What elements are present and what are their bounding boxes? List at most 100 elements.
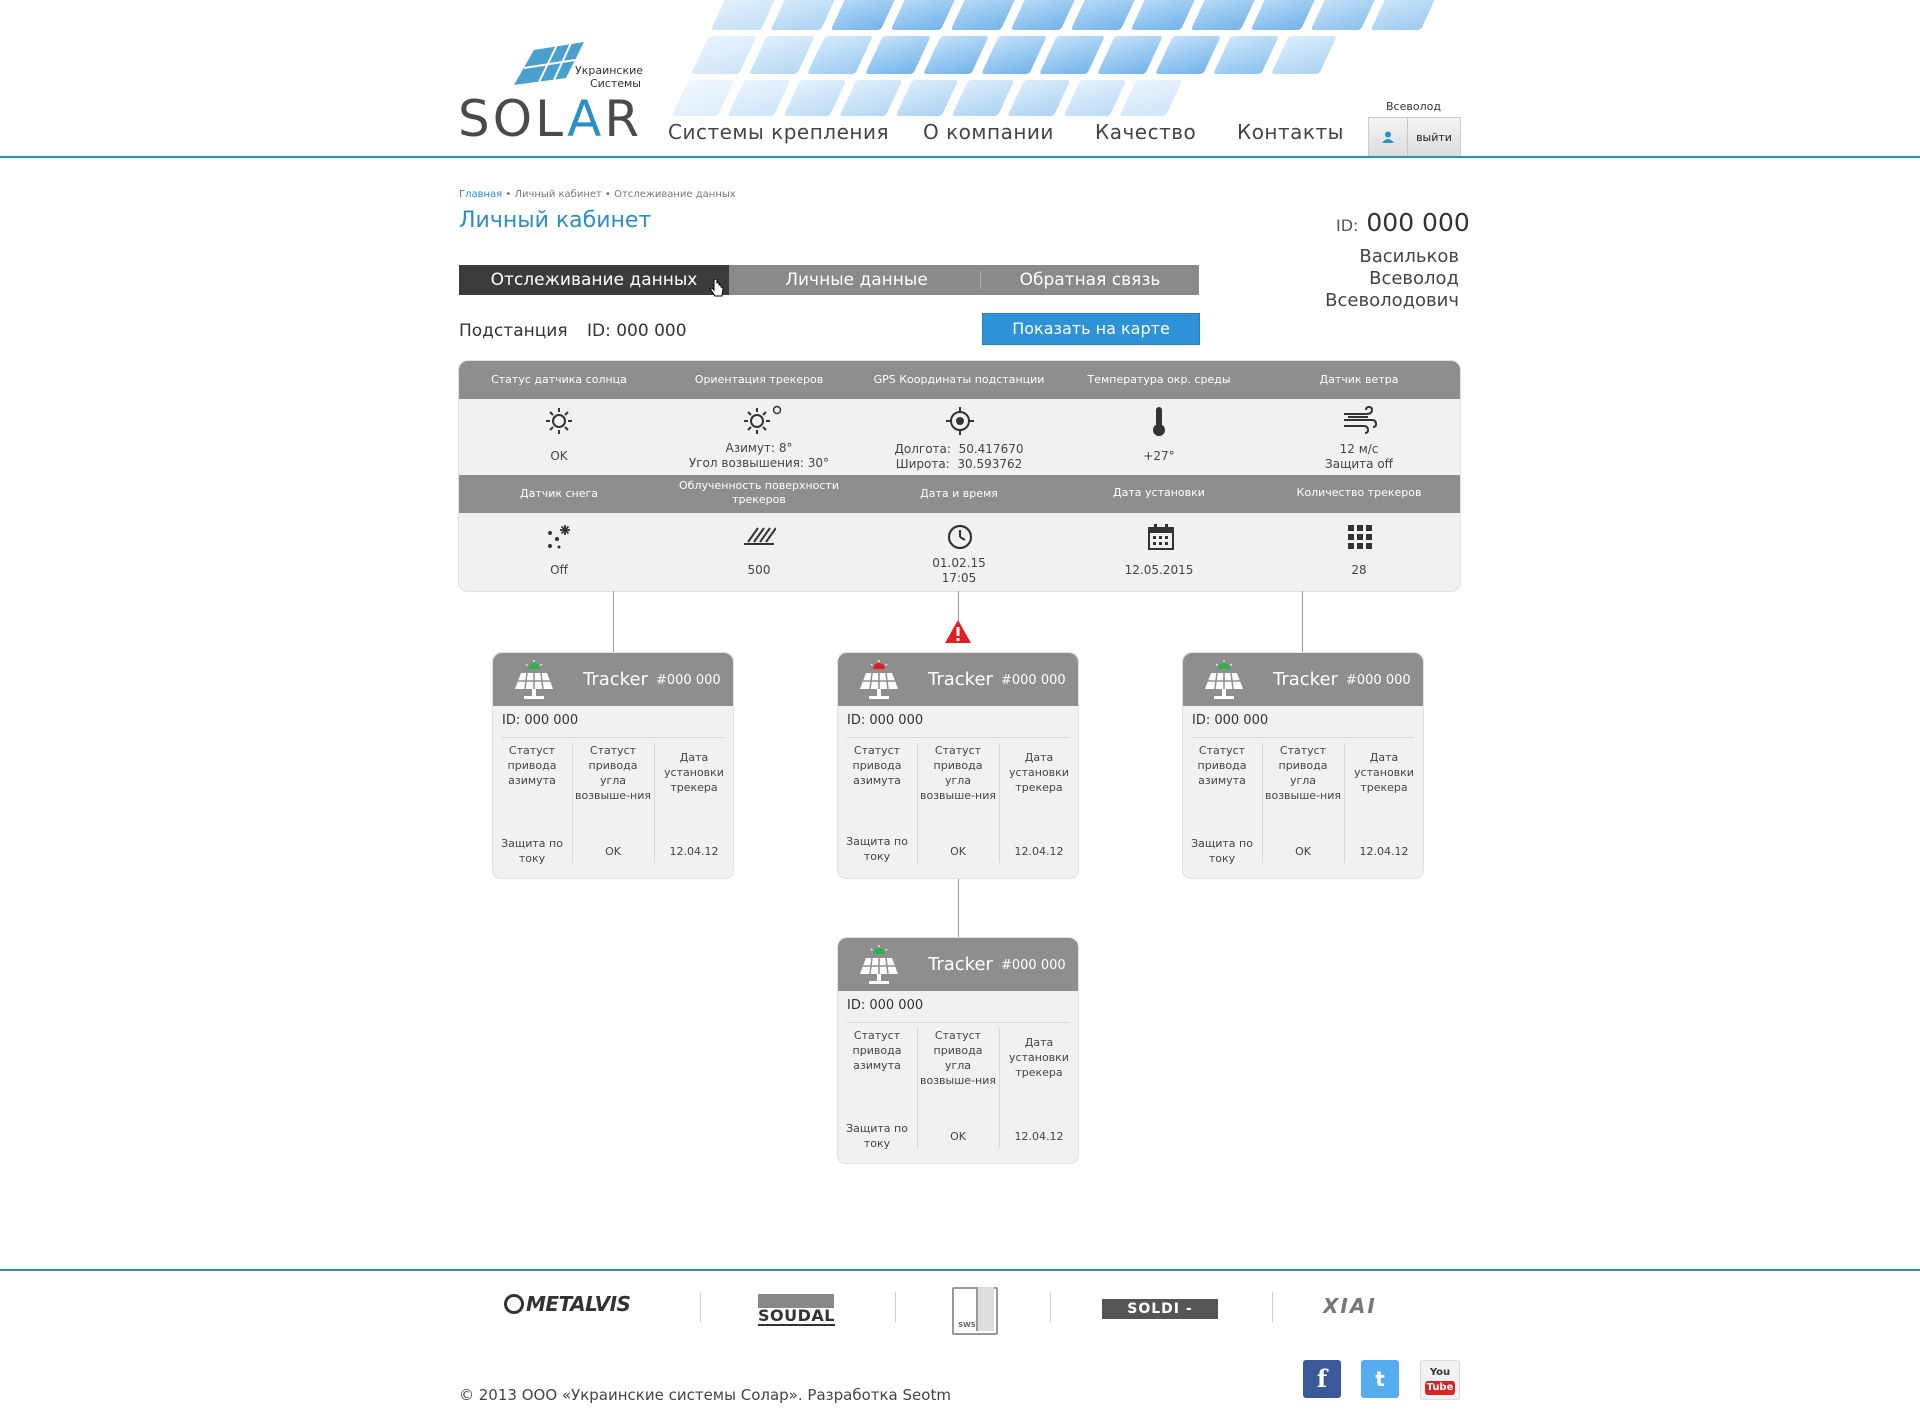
tracker-count-value: 28 bbox=[1351, 563, 1367, 577]
substation-label: Подстанция bbox=[459, 321, 568, 341]
solar-tracker-icon bbox=[860, 660, 898, 699]
tracker-val-elevation: OK bbox=[1295, 845, 1311, 858]
tracker-val-azimuth: Защита по току bbox=[846, 835, 908, 863]
logout-button[interactable]: выйти bbox=[1409, 118, 1459, 157]
tracker-header: Tracker #000 000 bbox=[1183, 653, 1423, 706]
tracker-col-divider bbox=[654, 743, 655, 863]
tab-data-tracking[interactable]: Отслеживание данных bbox=[459, 265, 729, 295]
tracker-val-elevation: OK bbox=[950, 1130, 966, 1143]
tracker-col-install-date: Дата установки трекера bbox=[1009, 751, 1069, 794]
tracker-title: Tracker bbox=[1273, 669, 1338, 690]
connector-line bbox=[613, 591, 614, 653]
tracker-id: ID: 000 000 bbox=[502, 713, 579, 728]
tracker-id: ID: 000 000 bbox=[847, 998, 924, 1013]
tracker-col-elevation: Статуст привода угла возвыше-ния bbox=[920, 744, 996, 802]
tracker-val-azimuth: Защита по току bbox=[501, 837, 563, 865]
tracker-val-install-date: 12.04.12 bbox=[1359, 845, 1409, 858]
tracker-val-install-date: 12.04.12 bbox=[1014, 1130, 1064, 1143]
elevation-value: Угол возвышения: 30° bbox=[688, 456, 830, 470]
tracker-divider bbox=[502, 737, 724, 738]
snow-value: Off bbox=[550, 563, 568, 577]
wind-values: 12 м/с Защита off bbox=[1259, 442, 1459, 472]
grid-icon bbox=[1348, 525, 1372, 549]
solar-tracker-icon bbox=[515, 660, 553, 699]
copyright-text: © 2013 ООО «Украинские системы Солар». Р… bbox=[459, 1386, 951, 1404]
warning-icon[interactable] bbox=[944, 619, 972, 644]
header-wind: Датчик ветра bbox=[1319, 373, 1399, 386]
header-temperature: Температура окр. среды bbox=[1087, 373, 1231, 386]
facebook-icon[interactable]: f bbox=[1303, 1360, 1341, 1398]
brand-soudal-logo[interactable]: SOUDAL bbox=[758, 1294, 835, 1326]
tracker-col-install-date: Дата установки трекера bbox=[1354, 751, 1414, 794]
header-install-date: Дата установки bbox=[1113, 486, 1205, 499]
nav-quality[interactable]: Качество bbox=[1095, 120, 1196, 144]
logo-subtitle: Украинские Системы bbox=[575, 64, 644, 90]
solar-tracker-icon bbox=[860, 945, 898, 984]
wind-icon bbox=[1344, 406, 1378, 434]
tracker-number: #000 000 bbox=[1346, 673, 1411, 688]
account-id: ID: 000 000 bbox=[1336, 208, 1470, 237]
tracker-col-elevation: Статуст привода угла возвыше-ния bbox=[575, 744, 651, 802]
user-box: выйти bbox=[1368, 117, 1461, 157]
tab-personal-data[interactable]: Личные данные bbox=[729, 265, 984, 295]
tracker-col-divider bbox=[999, 743, 1000, 863]
tracker-col-divider bbox=[572, 743, 573, 863]
twitter-icon[interactable]: t bbox=[1361, 1360, 1399, 1398]
metalvis-mark-icon bbox=[504, 1294, 524, 1314]
breadcrumb-home-link[interactable]: Главная bbox=[459, 189, 502, 200]
tracker-card-3[interactable]: Tracker #000 000 ID: 000 000 Статуст при… bbox=[1182, 652, 1424, 879]
breadcrumb: Главная • Личный кабинет • Отслеживание … bbox=[459, 189, 736, 200]
tracker-card-4[interactable]: Tracker #000 000 ID: 000 000 Статуст при… bbox=[837, 937, 1079, 1164]
tracker-val-elevation: OK bbox=[950, 845, 966, 858]
header-gps: GPS Координаты подстанции bbox=[873, 373, 1045, 386]
tracker-col-azimuth: Статуст привода азимута bbox=[507, 744, 557, 787]
header-datetime: Дата и время bbox=[920, 487, 998, 500]
header-tracker-orientation: Ориентация трекеров bbox=[694, 373, 824, 386]
brand-xiai-logo[interactable]: XIAI bbox=[1323, 1294, 1377, 1318]
datetime-values: 01.02.15 17:05 bbox=[859, 556, 1059, 586]
calendar-icon bbox=[1148, 524, 1174, 550]
install-date-value: 12.05.2015 bbox=[1124, 563, 1194, 577]
tab-feedback[interactable]: Обратная связь bbox=[981, 265, 1199, 295]
connector-line bbox=[1302, 591, 1303, 653]
breadcrumb-trail: • Личный кабинет • Отслеживание данных bbox=[502, 189, 736, 200]
tracker-col-divider bbox=[917, 1028, 918, 1148]
brand-sws-logo[interactable]: SWS bbox=[952, 1287, 998, 1335]
tracker-card-1[interactable]: Tracker #000 000 ID: 000 000 Статуст при… bbox=[492, 652, 734, 879]
tracker-divider bbox=[1192, 737, 1414, 738]
header-divider bbox=[0, 156, 1920, 158]
tab-bar: Отслеживание данных Личные данные Обратн… bbox=[459, 265, 1199, 297]
tracker-col-divider bbox=[999, 1028, 1000, 1148]
site-header: Украинские Системы SOLAR Системы креплен… bbox=[0, 0, 1920, 158]
header-tracker-count: Количество трекеров bbox=[1296, 486, 1422, 499]
temperature-value: +27° bbox=[1143, 449, 1175, 463]
brand-separator bbox=[700, 1292, 701, 1322]
tracker-title: Tracker bbox=[583, 669, 648, 690]
header-sun-sensor: Статус датчика солнца bbox=[491, 373, 627, 386]
brand-metalvis-logo[interactable]: METALVIS bbox=[504, 1292, 631, 1316]
page-title: Личный кабинет bbox=[459, 208, 652, 233]
logo-wordmark: SOLAR bbox=[458, 90, 643, 148]
tracker-title: Tracker bbox=[928, 954, 993, 975]
youtube-icon[interactable]: You Tube bbox=[1420, 1360, 1460, 1400]
tracker-header: Tracker #000 000 bbox=[838, 938, 1078, 991]
nav-mounting-systems[interactable]: Системы крепления bbox=[668, 120, 889, 144]
tracker-val-install-date: 12.04.12 bbox=[669, 845, 719, 858]
user-icon[interactable] bbox=[1369, 118, 1408, 157]
tracker-col-divider bbox=[917, 743, 918, 863]
sensor-header-row-2: Датчик снега Облученность поверхности тр… bbox=[459, 475, 1460, 513]
tracker-val-azimuth: Защита по току bbox=[1191, 837, 1253, 865]
azimuth-value: Азимут: 8° bbox=[725, 441, 793, 455]
tracker-divider bbox=[847, 737, 1069, 738]
time-value: 17:05 bbox=[941, 571, 977, 585]
tracker-col-elevation: Статуст привода угла возвыше-ния bbox=[1265, 744, 1341, 802]
brand-soldi-delta-logo[interactable]: SOLDI - DELTA bbox=[1102, 1299, 1218, 1337]
tracker-card-2[interactable]: Tracker #000 000 ID: 000 000 Статуст при… bbox=[837, 652, 1079, 879]
brand-separator bbox=[895, 1292, 896, 1322]
show-on-map-button[interactable]: Показать на карте bbox=[982, 313, 1200, 345]
brand-separator bbox=[1050, 1292, 1051, 1322]
nav-about[interactable]: О компании bbox=[923, 120, 1054, 144]
tracker-header: Tracker #000 000 bbox=[493, 653, 733, 706]
nav-contacts[interactable]: Контакты bbox=[1237, 120, 1344, 144]
thermometer-icon bbox=[1153, 407, 1165, 436]
